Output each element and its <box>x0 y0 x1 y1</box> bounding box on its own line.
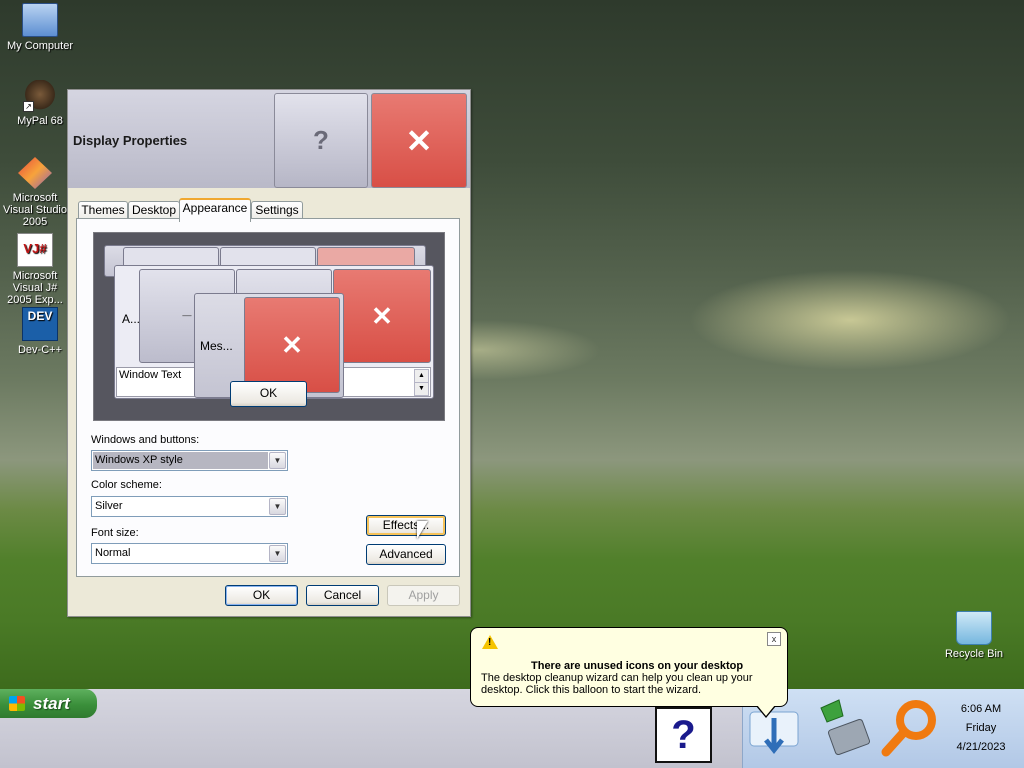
visual-jsharp-icon: VJ# <box>17 233 53 267</box>
mouse-pointer-icon <box>417 521 428 539</box>
balloon-title: There are unused icons on your desktop <box>531 660 744 672</box>
desktop-icon-label: Microsoft Visual Studio 2005 <box>2 192 67 228</box>
font-size-value: Normal <box>95 547 131 559</box>
font-size-select[interactable]: Normal ▼ <box>91 543 288 564</box>
search-tray-icon[interactable] <box>878 696 940 760</box>
font-size-label: Font size: <box>91 527 139 539</box>
appearance-panel: A... _ ✕ Window Text ▲ ▼ Mes... ✕ OK Win… <box>76 218 460 577</box>
preview-close-button: ✕ <box>333 269 431 363</box>
tab-appearance[interactable]: Appearance <box>179 198 251 222</box>
windows-buttons-value: Windows XP style <box>93 452 268 469</box>
desktop-cleanup-balloon[interactable]: ! x There are unused icons on your deskt… <box>470 627 788 718</box>
appearance-preview: A... _ ✕ Window Text ▲ ▼ Mes... ✕ OK <box>93 232 445 421</box>
clock-day: Friday <box>965 722 997 734</box>
safely-remove-hardware-icon[interactable] <box>813 696 873 758</box>
desktop-icon-visual-studio[interactable]: Microsoft Visual Studio 2005 <box>0 157 70 228</box>
title-bar[interactable]: Display Properties ? ✕ <box>68 90 470 188</box>
cancel-button[interactable]: Cancel <box>306 585 379 606</box>
windows-logo-icon <box>9 696 25 711</box>
desktop-icon-recycle-bin[interactable]: Recycle Bin <box>934 611 1014 660</box>
close-icon: ✕ <box>281 330 303 360</box>
search-icon <box>881 700 936 757</box>
advanced-button[interactable]: Advanced <box>366 544 446 565</box>
chevron-down-icon[interactable]: ▼ <box>269 545 286 562</box>
color-scheme-value: Silver <box>95 500 123 512</box>
apply-button[interactable]: Apply <box>387 585 460 606</box>
dev-cpp-icon: DEV <box>22 307 58 341</box>
vj-glyph: VJ# <box>23 241 47 256</box>
windows-buttons-label: Windows and buttons: <box>91 434 200 446</box>
help-button[interactable]: ? <box>274 93 368 188</box>
dev-glyph: DEV <box>27 309 53 323</box>
desktop-icon-label: Recycle Bin <box>944 648 1004 660</box>
close-icon: ✕ <box>405 122 433 159</box>
help-and-support-icon[interactable]: ? <box>655 707 712 763</box>
balloon-body: The desktop cleanup wizard can help you … <box>481 672 753 696</box>
scroll-up-icon: ▲ <box>414 369 429 383</box>
window-title: Display Properties <box>73 133 188 148</box>
warning-icon: ! <box>482 635 498 649</box>
desktop-icon-label: My Computer <box>6 40 74 52</box>
my-computer-icon <box>22 3 58 37</box>
close-button[interactable]: ✕ <box>371 93 467 188</box>
balloon-close-button[interactable]: x <box>767 632 781 646</box>
mypal-browser-icon: ↗ <box>23 80 57 112</box>
effects-button[interactable]: Effects... <box>366 515 446 536</box>
color-scheme-label: Color scheme: <box>91 479 162 491</box>
windows-buttons-select[interactable]: Windows XP style ▼ <box>91 450 288 471</box>
start-button[interactable]: start <box>0 689 97 718</box>
close-icon: ✕ <box>371 301 393 331</box>
recycle-bin-icon <box>956 611 992 645</box>
start-label: start <box>33 694 70 713</box>
balloon-tail-fill <box>757 705 775 716</box>
clock-date: 4/21/2023 <box>956 741 1006 753</box>
question-icon: ? <box>313 125 329 155</box>
preview-message-label: Mes... <box>200 339 233 353</box>
shortcut-arrow-icon: ↗ <box>23 101 34 112</box>
chevron-down-icon[interactable]: ▼ <box>269 498 286 515</box>
question-icon: ? <box>671 713 696 757</box>
clock[interactable]: 6:06 AM Friday 4/21/2023 <box>940 700 1022 757</box>
warning-glyph: ! <box>488 637 492 648</box>
hardware-icon <box>820 699 871 756</box>
display-properties-window: Display Properties ? ✕ Themes Desktop Ap… <box>67 89 471 617</box>
preview-ok-button: OK <box>230 381 307 407</box>
chevron-down-icon[interactable]: ▼ <box>269 452 286 469</box>
minimize-icon: _ <box>182 301 192 318</box>
ok-button[interactable]: OK <box>225 585 298 606</box>
scroll-down-icon: ▼ <box>414 382 429 396</box>
preview-window-text: Window Text <box>119 369 182 381</box>
desktop-icon-visual-jsharp[interactable]: VJ# Microsoft Visual J# 2005 Exp... <box>0 233 70 306</box>
preview-active-window-label: A... <box>122 312 141 326</box>
desktop-icon-my-computer[interactable]: My Computer <box>0 3 80 52</box>
clock-time: 6:06 AM <box>960 703 1002 715</box>
desktop-icon-label: Microsoft Visual J# 2005 Exp... <box>7 270 63 306</box>
color-scheme-select[interactable]: Silver ▼ <box>91 496 288 517</box>
visual-studio-icon <box>18 157 52 189</box>
preview-message-close: ✕ <box>244 297 340 393</box>
